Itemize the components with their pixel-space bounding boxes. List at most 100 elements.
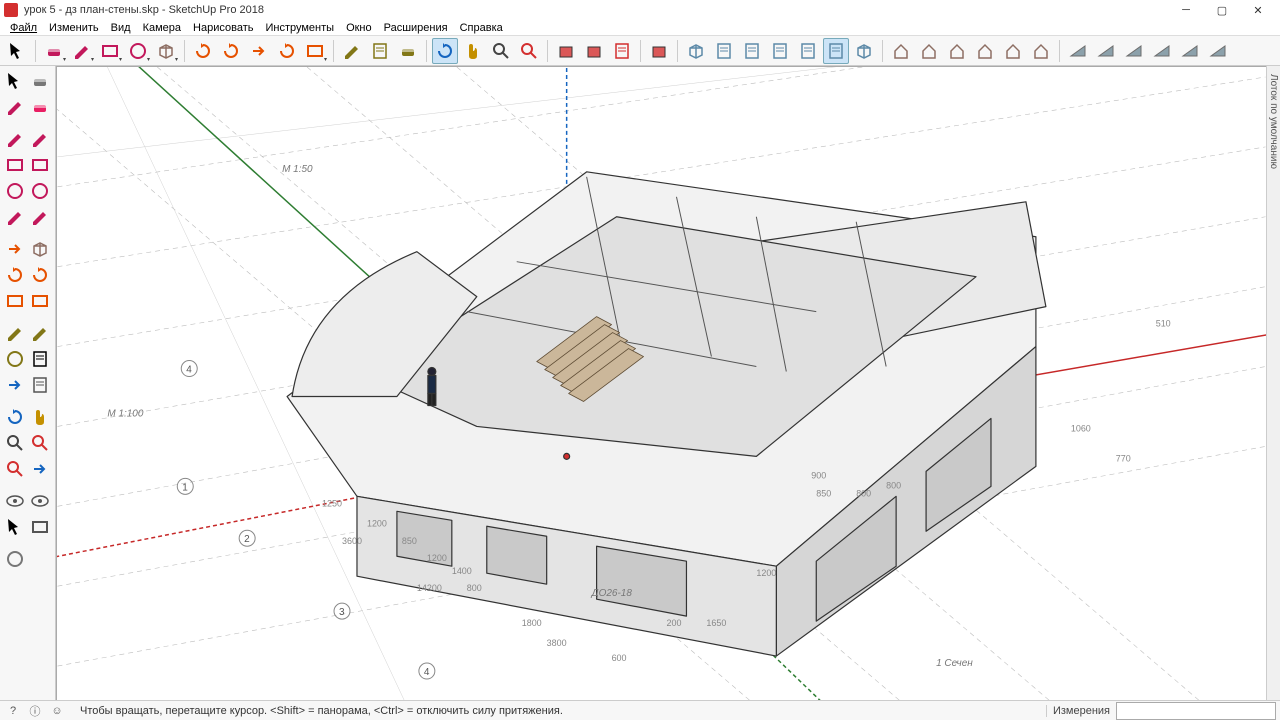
menu-инструменты[interactable]: Инструменты: [259, 22, 340, 34]
style4-icon[interactable]: [972, 38, 998, 64]
info-icon[interactable]: ⓘ: [26, 702, 44, 720]
tape-measure-icon[interactable]: [339, 38, 365, 64]
axes-icon[interactable]: [2, 372, 28, 398]
style3-icon[interactable]: [944, 38, 970, 64]
back-view-icon[interactable]: [795, 38, 821, 64]
tray-tab[interactable]: Лоток по умолчанию: [1266, 66, 1280, 700]
select-icon[interactable]: [2, 68, 28, 94]
select-arrow-icon[interactable]: [4, 38, 30, 64]
rectangle-tool-icon[interactable]: [97, 38, 123, 64]
menu-файл[interactable]: Файл: [4, 22, 43, 34]
walk-icon[interactable]: [2, 514, 28, 540]
person-icon[interactable]: ☺: [48, 702, 66, 720]
move-icon[interactable]: [2, 236, 28, 262]
dimension-icon[interactable]: [28, 320, 54, 346]
close-button[interactable]: ✕: [1240, 0, 1276, 20]
previous-icon[interactable]: [28, 456, 54, 482]
solid3-icon[interactable]: [1121, 38, 1147, 64]
redo-icon[interactable]: [218, 38, 244, 64]
offset-icon[interactable]: [28, 288, 54, 314]
menu-окно[interactable]: Окно: [340, 22, 378, 34]
circle-tool-icon[interactable]: [125, 38, 151, 64]
look-around-icon[interactable]: [28, 488, 54, 514]
line-icon[interactable]: [2, 126, 28, 152]
zoom2-icon[interactable]: [2, 430, 28, 456]
minimize-button[interactable]: ─: [1168, 0, 1204, 20]
move-tool-icon[interactable]: [246, 38, 272, 64]
left-view-icon[interactable]: [823, 38, 849, 64]
style6-icon[interactable]: [1028, 38, 1054, 64]
menu-вид[interactable]: Вид: [105, 22, 137, 34]
rotrect-icon[interactable]: [28, 152, 54, 178]
section-plane-icon[interactable]: [28, 514, 54, 540]
orbit2-icon[interactable]: [2, 404, 28, 430]
solid1-icon[interactable]: [1065, 38, 1091, 64]
style2-icon[interactable]: [916, 38, 942, 64]
window-controls: ─ ▢ ✕: [1168, 0, 1276, 20]
text-tool-icon[interactable]: [367, 38, 393, 64]
followme-icon[interactable]: [28, 262, 54, 288]
zoomwin-icon[interactable]: [28, 430, 54, 456]
extension-warehouse-icon[interactable]: [646, 38, 672, 64]
measure-input[interactable]: [1116, 702, 1276, 720]
menu-справка[interactable]: Справка: [454, 22, 509, 34]
position-camera-icon[interactable]: [2, 488, 28, 514]
menu-изменить[interactable]: Изменить: [43, 22, 105, 34]
menu-нарисовать[interactable]: Нарисовать: [187, 22, 259, 34]
rotate-tool-icon[interactable]: [274, 38, 300, 64]
front-view-icon[interactable]: [739, 38, 765, 64]
undo-icon[interactable]: [190, 38, 216, 64]
menu-расширения[interactable]: Расширения: [378, 22, 454, 34]
pan-icon[interactable]: [460, 38, 486, 64]
solid5-icon[interactable]: [1177, 38, 1203, 64]
scale-tool-icon[interactable]: [302, 38, 328, 64]
add-location-icon[interactable]: [553, 38, 579, 64]
freehand-icon[interactable]: [28, 126, 54, 152]
svg-text:3600: 3600: [342, 536, 362, 546]
zoom-extents-icon[interactable]: [516, 38, 542, 64]
text-icon[interactable]: [28, 346, 54, 372]
pushpull-tool-icon[interactable]: [153, 38, 179, 64]
style5-icon[interactable]: [1000, 38, 1026, 64]
orbit-icon[interactable]: [432, 38, 458, 64]
help-icon[interactable]: ?: [4, 702, 22, 720]
scene-render: M 1:100 M 1:50 1 Сечен ДО26-18 1250 1200…: [57, 67, 1266, 700]
eraser-icon[interactable]: [41, 38, 67, 64]
iso-view-icon[interactable]: [683, 38, 709, 64]
3dtext-icon[interactable]: [28, 372, 54, 398]
pie-icon[interactable]: [28, 204, 54, 230]
geo-icon[interactable]: [2, 546, 28, 572]
zoomext-icon[interactable]: [2, 456, 28, 482]
paint-bucket-icon[interactable]: [395, 38, 421, 64]
arc-icon[interactable]: [2, 204, 28, 230]
solid2-icon[interactable]: [1093, 38, 1119, 64]
eraser-pink-icon[interactable]: [28, 94, 54, 120]
polygon-icon[interactable]: [28, 178, 54, 204]
photo-textures-icon[interactable]: [609, 38, 635, 64]
lasso-icon[interactable]: [2, 94, 28, 120]
protractor-icon[interactable]: [2, 346, 28, 372]
pushpull-icon[interactable]: [28, 236, 54, 262]
zoom-icon[interactable]: [488, 38, 514, 64]
svg-text:850: 850: [816, 488, 831, 498]
shaded-icon[interactable]: [851, 38, 877, 64]
right-view-icon[interactable]: [767, 38, 793, 64]
svg-text:4: 4: [424, 667, 430, 678]
circle-icon[interactable]: [2, 178, 28, 204]
3d-warehouse-icon[interactable]: [581, 38, 607, 64]
pan2-icon[interactable]: [28, 404, 54, 430]
scale-icon[interactable]: [2, 288, 28, 314]
svg-text:200: 200: [666, 618, 681, 628]
rectangle-icon[interactable]: [2, 152, 28, 178]
menu-камера[interactable]: Камера: [137, 22, 187, 34]
maximize-button[interactable]: ▢: [1204, 0, 1240, 20]
rotate-icon[interactable]: [2, 262, 28, 288]
solid4-icon[interactable]: [1149, 38, 1175, 64]
viewport-3d[interactable]: M 1:100 M 1:50 1 Сечен ДО26-18 1250 1200…: [56, 66, 1266, 700]
line-tool-icon[interactable]: [69, 38, 95, 64]
tape-icon[interactable]: [2, 320, 28, 346]
eraser2-icon[interactable]: [28, 68, 54, 94]
top-view-icon[interactable]: [711, 38, 737, 64]
style1-icon[interactable]: [888, 38, 914, 64]
solid6-icon[interactable]: [1205, 38, 1231, 64]
